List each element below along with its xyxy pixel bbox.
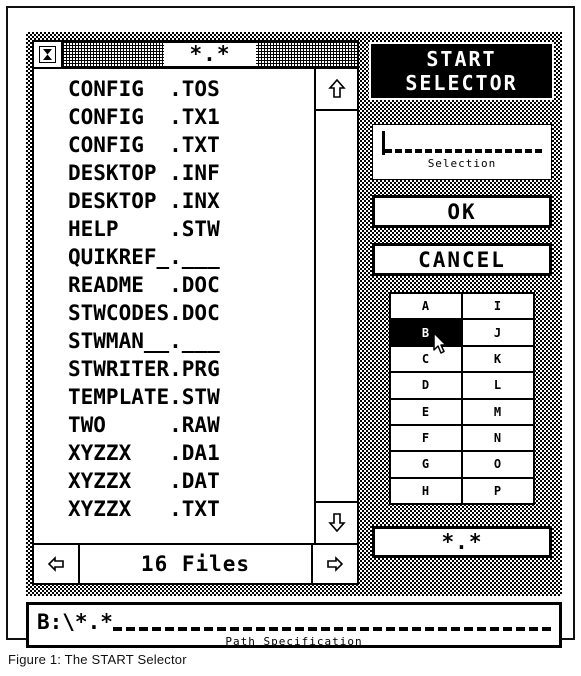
list-item[interactable]: XYZZX .TXT xyxy=(34,495,314,523)
list-item[interactable]: CONFIG .TOS xyxy=(34,75,314,103)
drive-button-i[interactable]: I xyxy=(463,294,533,319)
drive-button-g[interactable]: G xyxy=(391,452,461,477)
drive-button-c[interactable]: C xyxy=(391,346,461,372)
drive-button-j[interactable]: J xyxy=(463,320,533,345)
file-count-label: 16 Files xyxy=(140,552,251,576)
path-specification-field[interactable]: B:\*.* Path Specification xyxy=(26,602,562,648)
scrollbar-thumb[interactable] xyxy=(316,111,357,501)
drive-button-n[interactable]: N xyxy=(463,425,533,451)
selection-label: Selection xyxy=(427,157,497,170)
list-item[interactable]: XYZZX .DAT xyxy=(34,467,314,495)
panel-title-line2: SELECTOR xyxy=(405,71,518,95)
window-titlebar: *.* xyxy=(34,42,357,69)
list-item[interactable]: DESKTOP .INF xyxy=(34,159,314,187)
drive-button-h[interactable]: H xyxy=(391,478,461,503)
path-line: B:\*.* xyxy=(37,608,551,634)
window-title: *.* xyxy=(163,43,257,66)
drive-button-d[interactable]: D xyxy=(391,373,461,398)
selection-placeholder-dashes xyxy=(385,149,542,153)
file-list[interactable]: CONFIG .TOS CONFIG .TX1 CONFIG .TXT DESK… xyxy=(34,69,316,543)
list-item[interactable]: STWCODES.DOC xyxy=(34,299,314,327)
path-placeholder-dashes xyxy=(112,627,551,631)
panel-title: START SELECTOR xyxy=(369,42,554,100)
drive-button-b-label: B xyxy=(421,325,431,340)
drive-button-p[interactable]: P xyxy=(463,478,533,503)
panel-title-line1: START xyxy=(426,47,497,71)
close-box-icon[interactable] xyxy=(34,42,63,67)
arrow-left-icon[interactable] xyxy=(34,545,80,583)
cancel-button[interactable]: CANCEL xyxy=(372,243,552,276)
file-mask-field[interactable]: *.* xyxy=(372,526,552,558)
drive-button-l[interactable]: L xyxy=(463,373,533,398)
selection-input[interactable] xyxy=(382,129,542,155)
drive-grid: A I B J C K D L E M F N G O H P xyxy=(389,292,535,505)
window-status-bar: 16 Files xyxy=(34,543,357,583)
list-item[interactable]: STWRITER.PRG xyxy=(34,355,314,383)
drive-button-k[interactable]: K xyxy=(463,346,533,372)
list-item[interactable]: README .DOC xyxy=(34,271,314,299)
drive-button-b[interactable]: B xyxy=(391,320,461,355)
scrollbar-track[interactable] xyxy=(316,111,357,501)
list-item[interactable]: CONFIG .TX1 xyxy=(34,103,314,131)
ok-button[interactable]: OK xyxy=(372,195,552,228)
figure-frame: *.* CONFIG .TOS CONFIG .TX1 CONFIG .TXT … xyxy=(6,6,575,648)
list-item[interactable]: TEMPLATE.STW xyxy=(34,383,314,411)
path-label: Path Specification xyxy=(225,635,363,648)
arrow-down-icon[interactable] xyxy=(316,501,357,543)
vertical-scrollbar[interactable] xyxy=(316,69,357,543)
figure-caption: Figure 1: The START Selector xyxy=(8,652,187,667)
list-item[interactable]: TWO .RAW xyxy=(34,411,314,439)
list-item[interactable]: STWMAN__.___ xyxy=(34,327,314,355)
drive-button-m[interactable]: M xyxy=(463,399,533,424)
list-item[interactable]: HELP .STW xyxy=(34,215,314,243)
drive-button-o[interactable]: O xyxy=(463,452,533,477)
file-list-window: *.* CONFIG .TOS CONFIG .TX1 CONFIG .TXT … xyxy=(32,40,359,585)
titlebar-pattern: *.* xyxy=(63,42,357,67)
file-selector-dialog: *.* CONFIG .TOS CONFIG .TX1 CONFIG .TXT … xyxy=(26,32,562,596)
list-item[interactable]: QUIKREF_.___ xyxy=(34,243,314,271)
list-item[interactable]: DESKTOP .INX xyxy=(34,187,314,215)
list-item[interactable]: XYZZX .DA1 xyxy=(34,439,314,467)
arrow-up-icon[interactable] xyxy=(316,69,357,111)
drive-button-f[interactable]: F xyxy=(391,425,461,451)
selection-box[interactable]: Selection xyxy=(372,124,552,180)
list-area: CONFIG .TOS CONFIG .TX1 CONFIG .TXT DESK… xyxy=(34,69,357,543)
drive-button-e[interactable]: E xyxy=(391,399,461,424)
drive-button-a[interactable]: A xyxy=(391,294,461,319)
selector-panel: START SELECTOR Selection OK CANCEL A I B xyxy=(367,40,556,585)
list-item[interactable]: CONFIG .TXT xyxy=(34,131,314,159)
arrow-right-icon[interactable] xyxy=(311,545,357,583)
path-value: B:\*.* xyxy=(37,610,113,634)
